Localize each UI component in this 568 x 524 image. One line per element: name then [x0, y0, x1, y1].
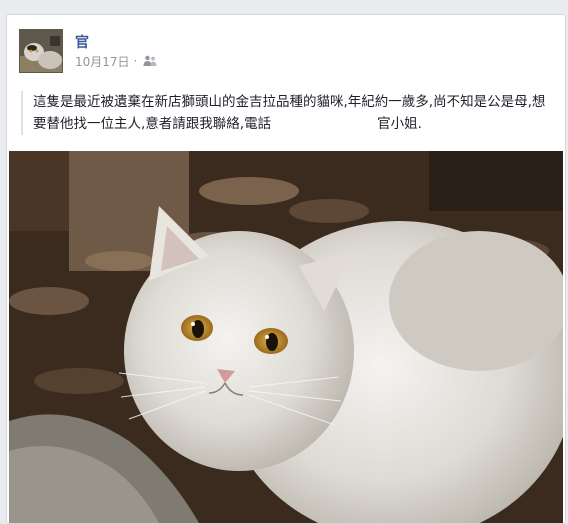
post-photo-cat[interactable] [9, 151, 563, 523]
author-name[interactable]: 官 [75, 32, 89, 52]
author-avatar[interactable] [19, 29, 63, 73]
post-text-part-1: 這隻是最近被遺棄在新店獅頭山的金吉拉品種的貓咪,年紀約一歲多,尚不知是公是母,想… [33, 94, 546, 132]
post-meta: 10月17日 · [75, 53, 157, 69]
friends-icon[interactable] [143, 55, 157, 67]
post-date[interactable]: 10月17日 [75, 53, 130, 70]
post-text: 這隻是最近被遺棄在新店獅頭山的金吉拉品種的貓咪,年紀約一歲多,尚不知是公是母,想… [21, 91, 551, 135]
meta-separator: · [133, 54, 138, 68]
post-card: 官 10月17日 · 這隻是最近被遺棄在新店獅頭山的金吉拉品種的貓咪,年紀約一歲… [6, 14, 566, 524]
post-text-part-2: 官小姐. [377, 116, 422, 132]
post-header: 官 10月17日 · [19, 29, 539, 73]
